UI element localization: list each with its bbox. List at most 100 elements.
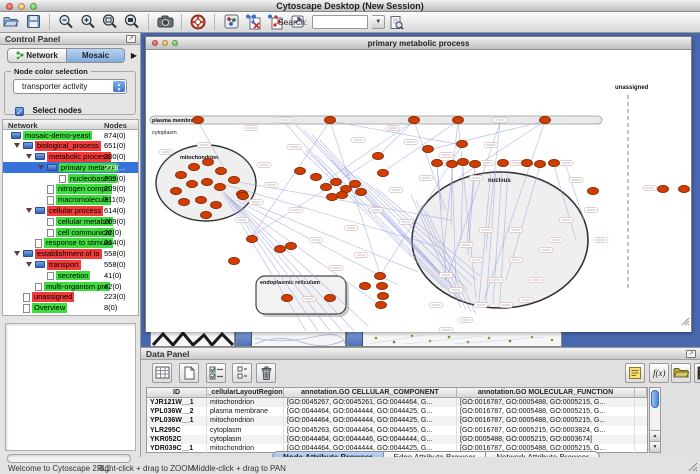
network-node[interactable] bbox=[211, 201, 222, 208]
tree-item-macromolecule[interactable]: macromolecule311(0) bbox=[3, 195, 138, 206]
table-grid-button[interactable] bbox=[152, 363, 172, 383]
network-node[interactable] bbox=[679, 185, 690, 192]
network-node[interactable] bbox=[470, 160, 481, 167]
background-window-strip[interactable] bbox=[236, 331, 346, 347]
network-node[interactable] bbox=[229, 176, 240, 183]
network-node[interactable] bbox=[458, 158, 469, 165]
zoom-in-button[interactable] bbox=[78, 13, 98, 31]
folder-olive-button[interactable] bbox=[671, 363, 691, 383]
network-canvas[interactable]: plasma membranecytoplasmmitochondrionnuc… bbox=[146, 50, 691, 332]
attribute-grid-button[interactable] bbox=[232, 363, 252, 383]
network-node[interactable] bbox=[522, 159, 533, 166]
network-node[interactable] bbox=[331, 178, 342, 185]
network-node[interactable] bbox=[350, 180, 361, 187]
tree-item-overview[interactable]: Overview8(0) bbox=[3, 303, 138, 314]
network-node[interactable] bbox=[457, 140, 468, 147]
tree-item-metabolic-process[interactable]: metabolic process280(0) bbox=[3, 152, 138, 163]
tab-network[interactable]: Network bbox=[7, 48, 67, 63]
network-node[interactable] bbox=[238, 192, 249, 199]
network-node[interactable] bbox=[423, 145, 434, 152]
network-node[interactable] bbox=[375, 272, 386, 279]
network-node[interactable] bbox=[378, 292, 389, 299]
column-header-3[interactable]: annotation.GO MOLECULAR_FUNCTION bbox=[457, 388, 635, 397]
network-node[interactable] bbox=[229, 257, 240, 264]
network-node[interactable] bbox=[432, 159, 443, 166]
network-node[interactable] bbox=[658, 185, 669, 192]
network-node[interactable] bbox=[295, 167, 306, 174]
network-edge[interactable] bbox=[285, 123, 336, 180]
node-color-dropdown[interactable]: transporter activity ▲▼ bbox=[13, 79, 127, 94]
trash-button[interactable] bbox=[256, 363, 276, 383]
network-node[interactable] bbox=[549, 159, 560, 166]
network-node[interactable] bbox=[275, 245, 286, 252]
resize-grip-icon[interactable] bbox=[681, 313, 690, 331]
network-edge[interactable] bbox=[458, 121, 545, 178]
tree-item-primary-metabol[interactable]: primary metabol209(... bbox=[3, 162, 138, 173]
expand-triangle-icon[interactable] bbox=[26, 262, 32, 267]
network-node[interactable] bbox=[325, 294, 336, 301]
open-folder-button[interactable] bbox=[1, 13, 21, 31]
network-node[interactable] bbox=[321, 183, 332, 190]
network-node[interactable] bbox=[196, 196, 207, 203]
scrollbar-thumb[interactable] bbox=[651, 390, 659, 408]
network-node[interactable] bbox=[325, 116, 336, 123]
column-header-2[interactable]: annotation.GO CELLULAR_COMPONENT bbox=[284, 388, 457, 397]
vizmapper-button[interactable] bbox=[221, 13, 241, 31]
tree-item-secretion[interactable]: secretion41(0) bbox=[3, 270, 138, 281]
network-node[interactable] bbox=[453, 116, 464, 123]
network-edge[interactable] bbox=[330, 121, 462, 145]
float-panel-icon[interactable]: ↗ bbox=[126, 35, 136, 43]
table-row-YPL036W__2[interactable]: YPL036W__2plasma membrane[GO:0044464, GO… bbox=[147, 407, 647, 416]
float-panel-icon[interactable]: ↗ bbox=[686, 350, 696, 358]
camera-snapshot-button[interactable] bbox=[155, 13, 175, 31]
network-node[interactable] bbox=[179, 198, 190, 205]
background-window-strip[interactable] bbox=[347, 331, 562, 347]
network-node[interactable] bbox=[187, 180, 198, 187]
expand-triangle-icon[interactable] bbox=[26, 208, 32, 213]
network-node[interactable] bbox=[189, 163, 200, 170]
network-node[interactable] bbox=[540, 116, 551, 123]
table-row-YJR121W__1[interactable]: YJR121W__1mitochondrion[GO:0045267, GO:0… bbox=[147, 398, 647, 407]
tree-item-cellular-process[interactable]: cellular process614(0) bbox=[3, 206, 138, 217]
tree-item-cellular-metabol[interactable]: cellular metabol209(0) bbox=[3, 216, 138, 227]
select-nodes-checkbox[interactable]: ✓ bbox=[15, 107, 24, 116]
network-node[interactable] bbox=[203, 158, 214, 165]
select-attributes-button[interactable] bbox=[206, 363, 226, 383]
network-node[interactable] bbox=[176, 171, 187, 178]
network-node[interactable] bbox=[447, 160, 458, 167]
save-floppy-button[interactable] bbox=[23, 13, 43, 31]
network-node[interactable] bbox=[378, 169, 389, 176]
expand-triangle-icon[interactable] bbox=[26, 154, 32, 159]
window-resize-grip-icon[interactable] bbox=[688, 462, 698, 474]
zoom-out-button[interactable] bbox=[56, 13, 76, 31]
heatmap-button[interactable] bbox=[694, 363, 700, 383]
tab-overflow-arrow[interactable]: ▶ bbox=[131, 51, 137, 60]
network-node[interactable] bbox=[286, 242, 297, 249]
tree-item-nitrogen-compo[interactable]: nitrogen compo209(0) bbox=[3, 184, 138, 195]
zoom-fit-button[interactable] bbox=[122, 13, 142, 31]
advanced-search-button[interactable] bbox=[386, 14, 406, 32]
table-scrollbar[interactable]: ▲ ▼ bbox=[649, 387, 661, 453]
network-node[interactable] bbox=[356, 188, 367, 195]
help-lifering-button[interactable] bbox=[188, 13, 208, 31]
expand-triangle-icon[interactable] bbox=[14, 251, 20, 256]
expand-triangle-icon[interactable] bbox=[38, 165, 44, 170]
network-node[interactable] bbox=[588, 187, 599, 194]
tree-item-response-to-stimulu[interactable]: response to stimulu264(0) bbox=[3, 238, 138, 249]
network-node[interactable] bbox=[373, 152, 384, 159]
search-input[interactable] bbox=[312, 15, 368, 29]
table-row-YLR295C[interactable]: YLR295Ccytoplasm[GO:0045263, GO:0044464,… bbox=[147, 426, 647, 435]
notepad-button[interactable] bbox=[625, 363, 645, 383]
column-header-1[interactable]: _cellularLayoutRegion bbox=[207, 388, 284, 397]
tree-item-transport[interactable]: transport558(0) bbox=[3, 260, 138, 271]
function-fx-button[interactable]: f(x) bbox=[649, 363, 669, 383]
table-row-YKR052C[interactable]: YKR052Ccytoplasm[GO:0044464, GO:0044446,… bbox=[147, 435, 647, 444]
network-node[interactable] bbox=[215, 183, 226, 190]
network-node[interactable] bbox=[247, 235, 258, 242]
tree-item-multi-organism-pro[interactable]: multi-organism pro42(0) bbox=[3, 281, 138, 292]
network-node[interactable] bbox=[193, 116, 204, 123]
tree-item-establishment-of-lo[interactable]: establishment of lo558(0) bbox=[3, 249, 138, 260]
expand-triangle-icon[interactable] bbox=[14, 143, 20, 148]
column-header-0[interactable]: ID bbox=[147, 388, 207, 397]
network-node[interactable] bbox=[202, 178, 213, 185]
